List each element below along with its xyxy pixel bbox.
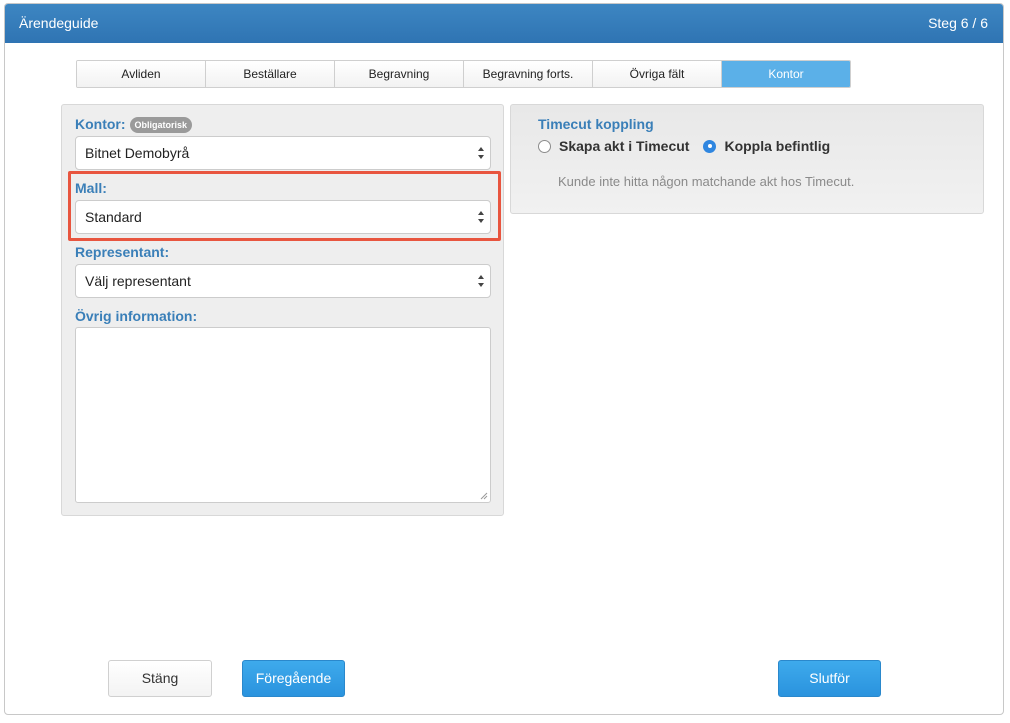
tab-avliden[interactable]: Avliden [77, 61, 206, 87]
tab-bestallare[interactable]: Beställare [206, 61, 335, 87]
kontor-select[interactable]: Bitnet Demobyrå [75, 136, 491, 170]
select-arrows-icon [478, 147, 484, 159]
close-button[interactable]: Stäng [108, 660, 212, 697]
ovrig-information-textarea[interactable] [75, 327, 491, 503]
timecut-note: Kunde inte hitta någon matchande akt hos… [558, 174, 855, 189]
dialog-title: Ärendeguide [19, 15, 99, 31]
representant-select-value: Välj representant [85, 273, 191, 289]
tab-ovriga-falt[interactable]: Övriga fält [593, 61, 722, 87]
ovrig-information-label: Övrig information: [75, 308, 198, 324]
timecut-panel: Timecut koppling Skapa akt i Timecut Kop… [510, 104, 984, 214]
office-form-panel: Kontor: Obligatorisk Bitnet Demobyrå Mall… [61, 104, 504, 516]
tab-kontor[interactable]: Kontor [722, 61, 850, 87]
wizard-dialog: Ärendeguide Steg 6 / 6 Avliden Beställar… [4, 3, 1004, 715]
finish-button[interactable]: Slutför [778, 660, 881, 697]
wizard-tabs: Avliden Beställare Begravning Begravning… [76, 60, 851, 88]
step-indicator: Steg 6 / 6 [928, 15, 988, 31]
kontor-select-value: Bitnet Demobyrå [85, 145, 190, 161]
representant-select[interactable]: Välj representant [75, 264, 491, 298]
representant-label: Representant: [75, 244, 170, 260]
radio-create-timecut[interactable] [538, 139, 551, 153]
title-bar: Ärendeguide Steg 6 / 6 [5, 4, 1003, 43]
radio-link-label[interactable]: Koppla befintlig [724, 138, 830, 154]
mall-highlight-box [68, 171, 501, 241]
kontor-label: Kontor: [75, 116, 126, 132]
radio-create-label[interactable]: Skapa akt i Timecut [559, 138, 689, 154]
tab-begravning-forts[interactable]: Begravning forts. [464, 61, 593, 87]
previous-button[interactable]: Föregående [242, 660, 345, 697]
tab-begravning[interactable]: Begravning [335, 61, 464, 87]
radio-link-existing[interactable] [703, 139, 717, 153]
timecut-radio-group: Skapa akt i Timecut Koppla befintlig [538, 138, 844, 154]
select-arrows-icon [478, 275, 484, 287]
required-badge: Obligatorisk [129, 117, 193, 133]
kontor-label-row: Kontor: Obligatorisk [75, 116, 193, 133]
timecut-title: Timecut koppling [538, 116, 654, 132]
resize-grip-icon[interactable] [480, 492, 488, 500]
